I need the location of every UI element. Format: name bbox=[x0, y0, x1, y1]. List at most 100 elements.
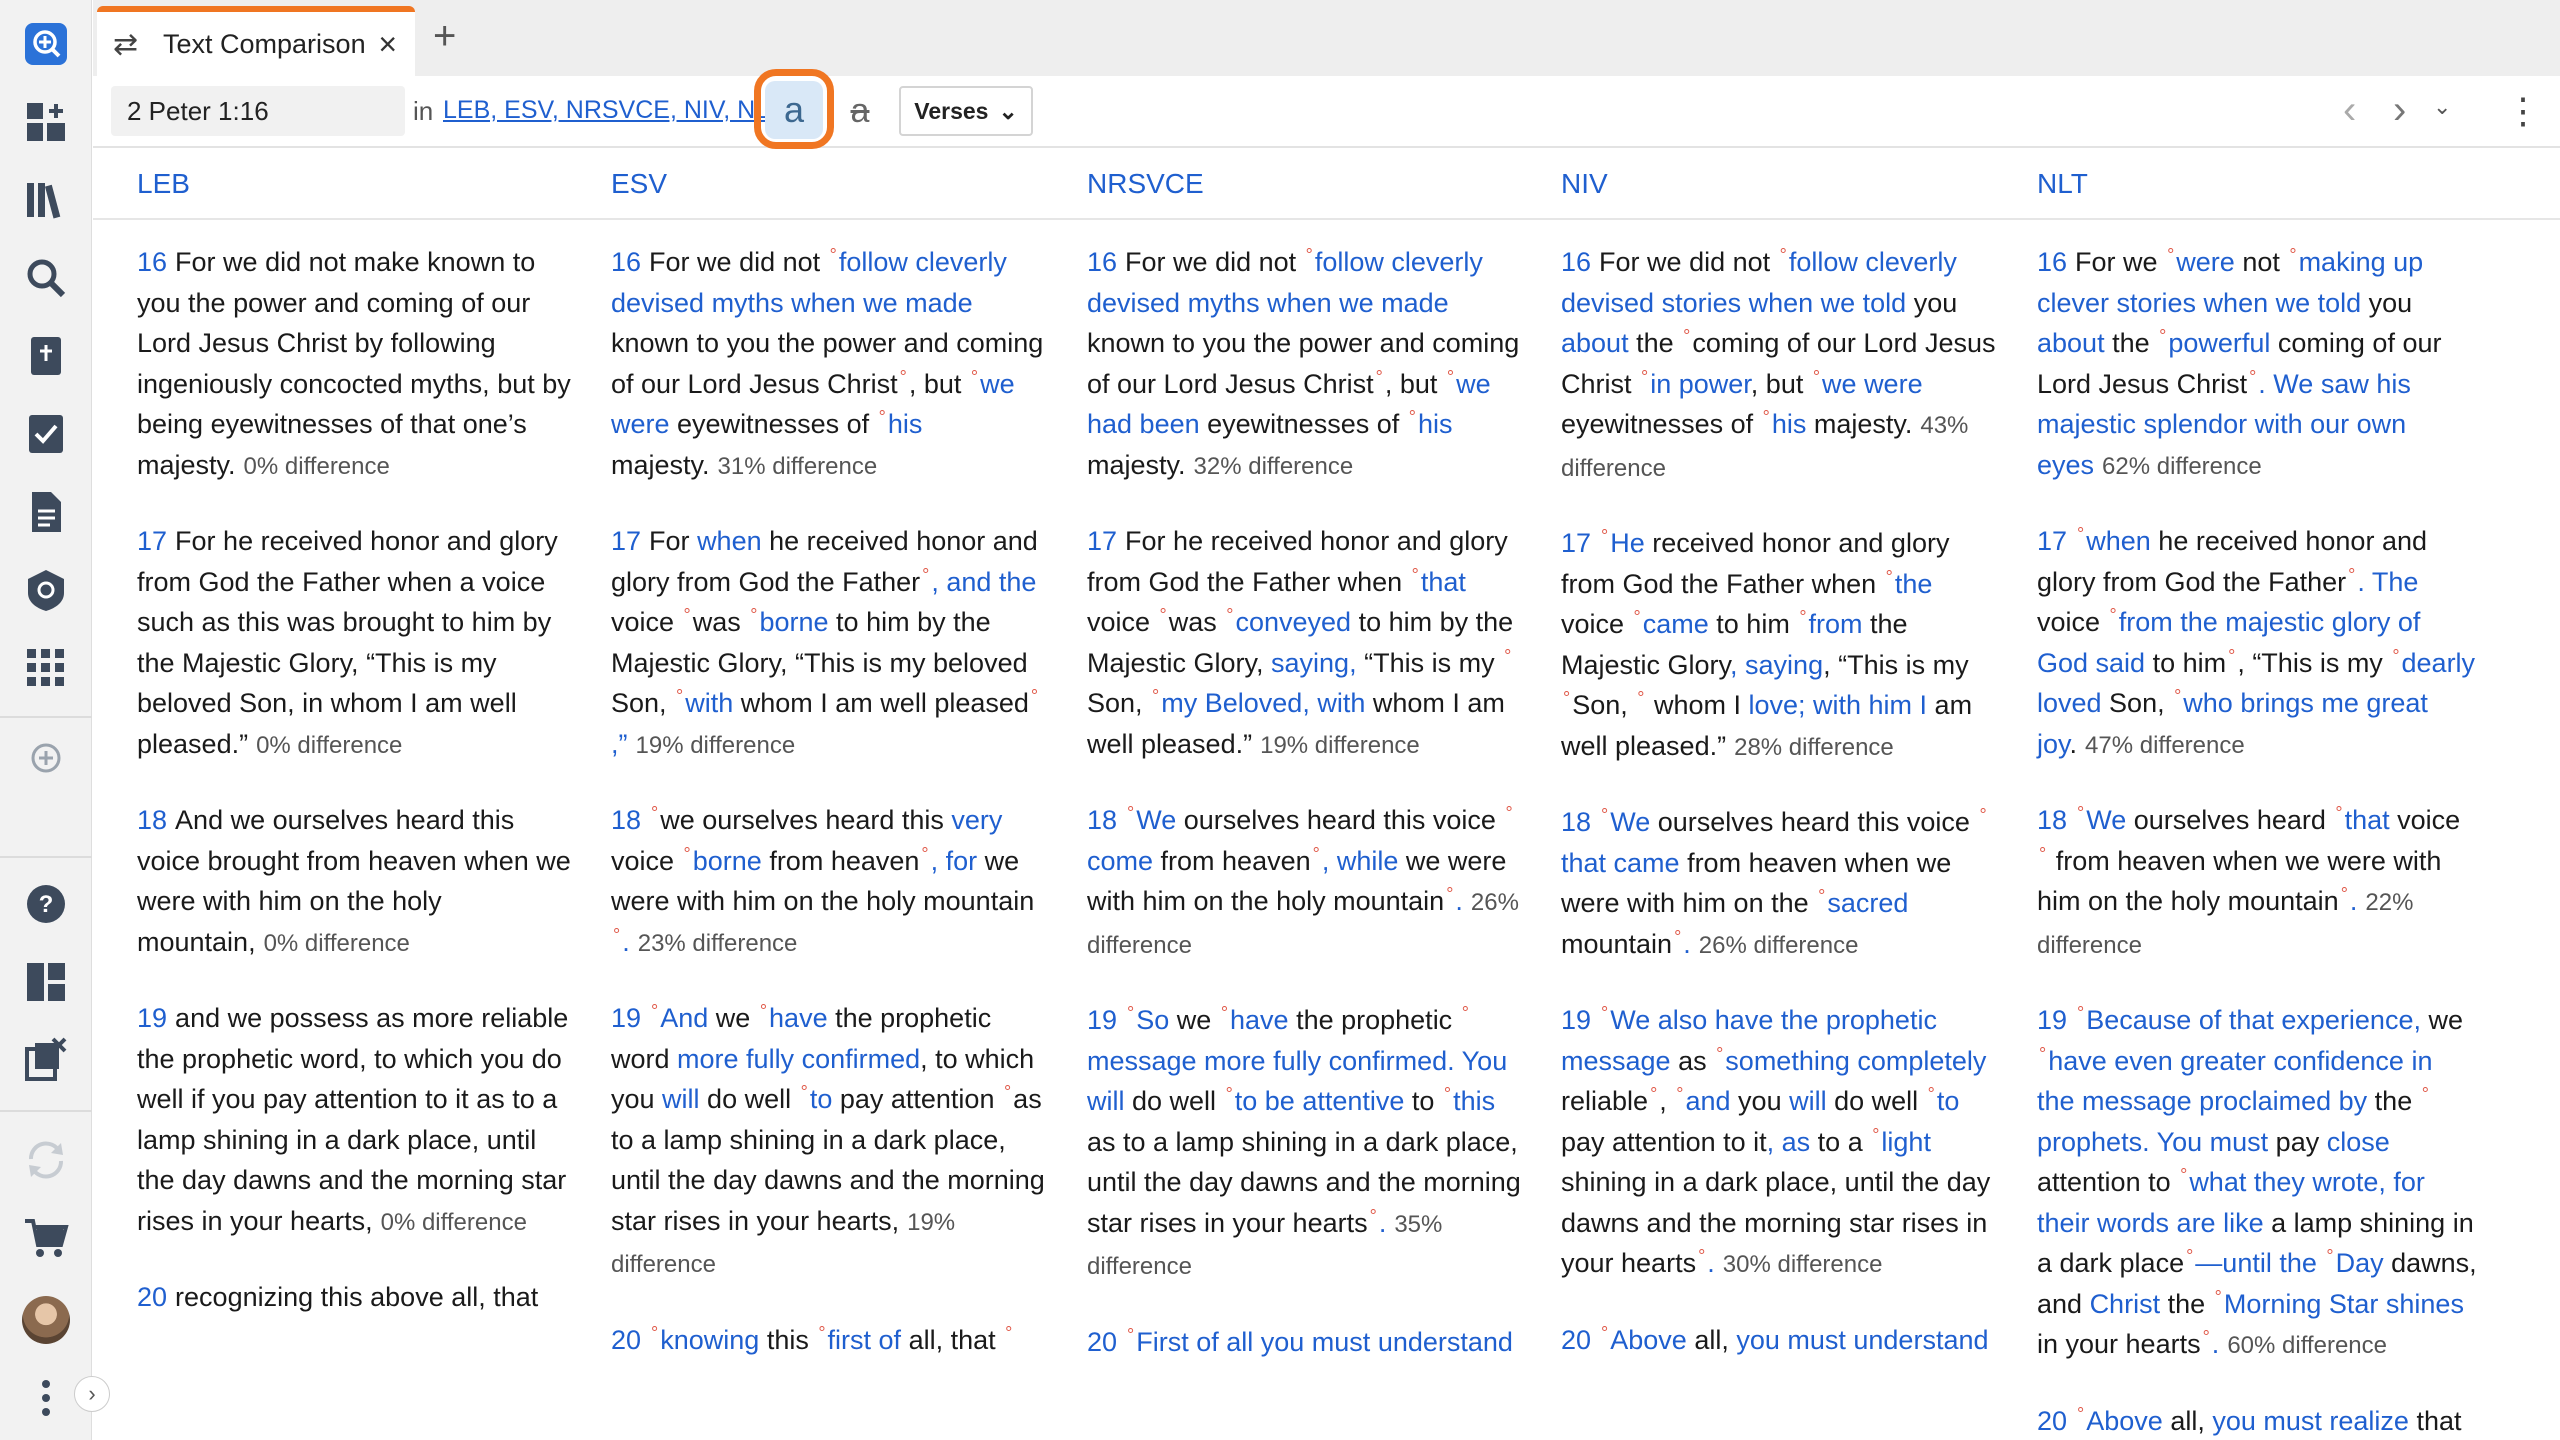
difference-text[interactable]: Morning Star shines bbox=[2224, 1289, 2464, 1319]
omission-marker-icon[interactable]: ° bbox=[2215, 1287, 2222, 1307]
omission-marker-icon[interactable]: ° bbox=[2335, 803, 2342, 823]
verse-number[interactable]: 18 bbox=[611, 805, 641, 835]
verse-number[interactable]: 20 bbox=[611, 1325, 641, 1355]
verse-number[interactable]: 19 bbox=[1087, 1005, 1117, 1035]
omission-marker-icon[interactable]: ° bbox=[1226, 605, 1233, 625]
difference-text[interactable]: So bbox=[1136, 1005, 1169, 1035]
user-avatar[interactable] bbox=[22, 1296, 70, 1344]
difference-text[interactable]: ,” bbox=[611, 729, 628, 759]
omission-marker-icon[interactable]: ° bbox=[2249, 367, 2256, 387]
omission-marker-icon[interactable]: ° bbox=[1446, 884, 1453, 904]
verse-number[interactable]: 16 bbox=[611, 247, 641, 277]
omission-marker-icon[interactable]: ° bbox=[676, 686, 683, 706]
omission-marker-icon[interactable]: ° bbox=[1005, 1323, 1012, 1343]
difference-text[interactable]: . bbox=[1683, 929, 1691, 959]
omission-marker-icon[interactable]: ° bbox=[1928, 1084, 1935, 1104]
close-tab-icon[interactable]: × bbox=[378, 26, 397, 63]
difference-text[interactable]: my Beloved, with bbox=[1161, 688, 1365, 718]
difference-text[interactable]: to bbox=[810, 1084, 833, 1114]
omission-marker-icon[interactable]: ° bbox=[1818, 886, 1825, 906]
omission-marker-icon[interactable]: ° bbox=[1409, 407, 1416, 427]
omission-marker-icon[interactable]: ° bbox=[1031, 686, 1038, 706]
omission-marker-icon[interactable]: ° bbox=[1127, 803, 1134, 823]
difference-text[interactable]: saying, bbox=[1271, 648, 1357, 678]
omission-marker-icon[interactable]: ° bbox=[1004, 1082, 1011, 1102]
omission-marker-icon[interactable]: ° bbox=[830, 245, 837, 265]
omission-marker-icon[interactable]: ° bbox=[1601, 526, 1608, 546]
verse-number[interactable]: 19 bbox=[2037, 1005, 2067, 1035]
omission-marker-icon[interactable]: ° bbox=[2392, 646, 2399, 666]
verse-number[interactable]: 17 bbox=[1561, 528, 1591, 558]
verses-dropdown[interactable]: Verses ⌄ bbox=[899, 86, 1033, 136]
column-header-niv[interactable]: NIV bbox=[1561, 168, 1608, 200]
difference-text[interactable]: . bbox=[1707, 1248, 1715, 1278]
difference-text[interactable]: . bbox=[622, 927, 630, 957]
column-header-esv[interactable]: ESV bbox=[611, 168, 667, 200]
verse-number[interactable]: 20 bbox=[1561, 1325, 1591, 1355]
difference-text[interactable]: . bbox=[2350, 886, 2358, 916]
omission-marker-icon[interactable]: ° bbox=[2110, 605, 2117, 625]
difference-text[interactable]: when bbox=[697, 526, 762, 556]
difference-text[interactable]: close bbox=[2327, 1127, 2390, 1157]
difference-text[interactable]: have bbox=[769, 1003, 828, 1033]
omission-marker-icon[interactable]: ° bbox=[1444, 1084, 1451, 1104]
omission-marker-icon[interactable]: ° bbox=[1676, 1084, 1683, 1104]
difference-text[interactable]: something completely bbox=[1725, 1046, 1986, 1076]
show-differences-toggle[interactable]: a bbox=[765, 81, 823, 139]
add-shortcut-icon[interactable] bbox=[22, 734, 70, 782]
difference-text[interactable]: , while bbox=[1322, 846, 1399, 876]
omission-marker-icon[interactable]: ° bbox=[2077, 1404, 2084, 1424]
omission-marker-icon[interactable]: ° bbox=[2289, 245, 2296, 265]
difference-text[interactable]: we were bbox=[1822, 369, 1923, 399]
guides-icon[interactable] bbox=[22, 566, 70, 614]
difference-text[interactable]: borne bbox=[693, 846, 762, 876]
difference-text[interactable]: first of bbox=[828, 1325, 902, 1355]
omission-marker-icon[interactable]: ° bbox=[2341, 884, 2348, 904]
difference-text[interactable]: knowing bbox=[660, 1325, 759, 1355]
difference-text[interactable]: in power bbox=[1650, 369, 1751, 399]
omission-marker-icon[interactable]: ° bbox=[1313, 844, 1320, 864]
omission-marker-icon[interactable]: ° bbox=[684, 605, 691, 625]
difference-text[interactable]: prophets. You must bbox=[2037, 1127, 2268, 1157]
omission-marker-icon[interactable]: ° bbox=[1370, 1206, 1377, 1226]
omission-marker-icon[interactable]: ° bbox=[1505, 803, 1512, 823]
verse-number[interactable]: 19 bbox=[137, 1003, 167, 1033]
difference-text[interactable]: will bbox=[1789, 1086, 1827, 1116]
library-icon[interactable] bbox=[22, 176, 70, 224]
store-cart-icon[interactable] bbox=[22, 1214, 70, 1262]
difference-text[interactable]: his bbox=[1418, 409, 1453, 439]
omission-marker-icon[interactable]: ° bbox=[2422, 1084, 2429, 1104]
omission-marker-icon[interactable]: ° bbox=[651, 803, 658, 823]
versions-link[interactable]: LEB, ESV, NRSVCE, NIV, NLT bbox=[443, 96, 783, 125]
omission-marker-icon[interactable]: ° bbox=[1650, 1084, 1657, 1104]
omission-marker-icon[interactable]: ° bbox=[1979, 805, 1986, 825]
omission-marker-icon[interactable]: ° bbox=[2174, 686, 2181, 706]
verse-number[interactable]: 20 bbox=[2037, 1406, 2067, 1436]
difference-text[interactable]: that came bbox=[1561, 848, 1680, 878]
layouts-icon[interactable] bbox=[22, 958, 70, 1006]
verse-number[interactable]: 16 bbox=[1087, 247, 1117, 277]
new-tab-button[interactable]: + bbox=[433, 16, 456, 56]
difference-text[interactable]: and bbox=[1685, 1086, 1730, 1116]
omission-marker-icon[interactable]: ° bbox=[2180, 1165, 2187, 1185]
difference-text[interactable]: We bbox=[1136, 805, 1176, 835]
difference-text[interactable]: Christ bbox=[2090, 1289, 2161, 1319]
omission-marker-icon[interactable]: ° bbox=[1563, 688, 1570, 708]
difference-text[interactable]: with bbox=[685, 688, 733, 718]
difference-text[interactable]: . The bbox=[2357, 567, 2418, 597]
difference-text[interactable]: came bbox=[1643, 609, 1709, 639]
omission-marker-icon[interactable]: ° bbox=[1886, 567, 1893, 587]
omission-marker-icon[interactable]: ° bbox=[2159, 326, 2166, 346]
bible-icon[interactable] bbox=[22, 332, 70, 380]
search-icon[interactable] bbox=[22, 254, 70, 302]
verse-number[interactable]: 16 bbox=[1561, 247, 1591, 277]
difference-text[interactable]: Above bbox=[2086, 1406, 2163, 1436]
omission-marker-icon[interactable]: ° bbox=[1504, 646, 1511, 666]
verse-number[interactable]: 17 bbox=[611, 526, 641, 556]
difference-text[interactable]: —until the bbox=[2195, 1248, 2324, 1278]
difference-text[interactable]: about bbox=[2037, 328, 2105, 358]
difference-text[interactable]: We bbox=[2086, 805, 2126, 835]
tab-text-comparison[interactable]: ⇄ Text Comparison × bbox=[97, 6, 415, 76]
verse-number[interactable]: 18 bbox=[137, 805, 167, 835]
difference-text[interactable]: Above bbox=[1610, 1325, 1687, 1355]
